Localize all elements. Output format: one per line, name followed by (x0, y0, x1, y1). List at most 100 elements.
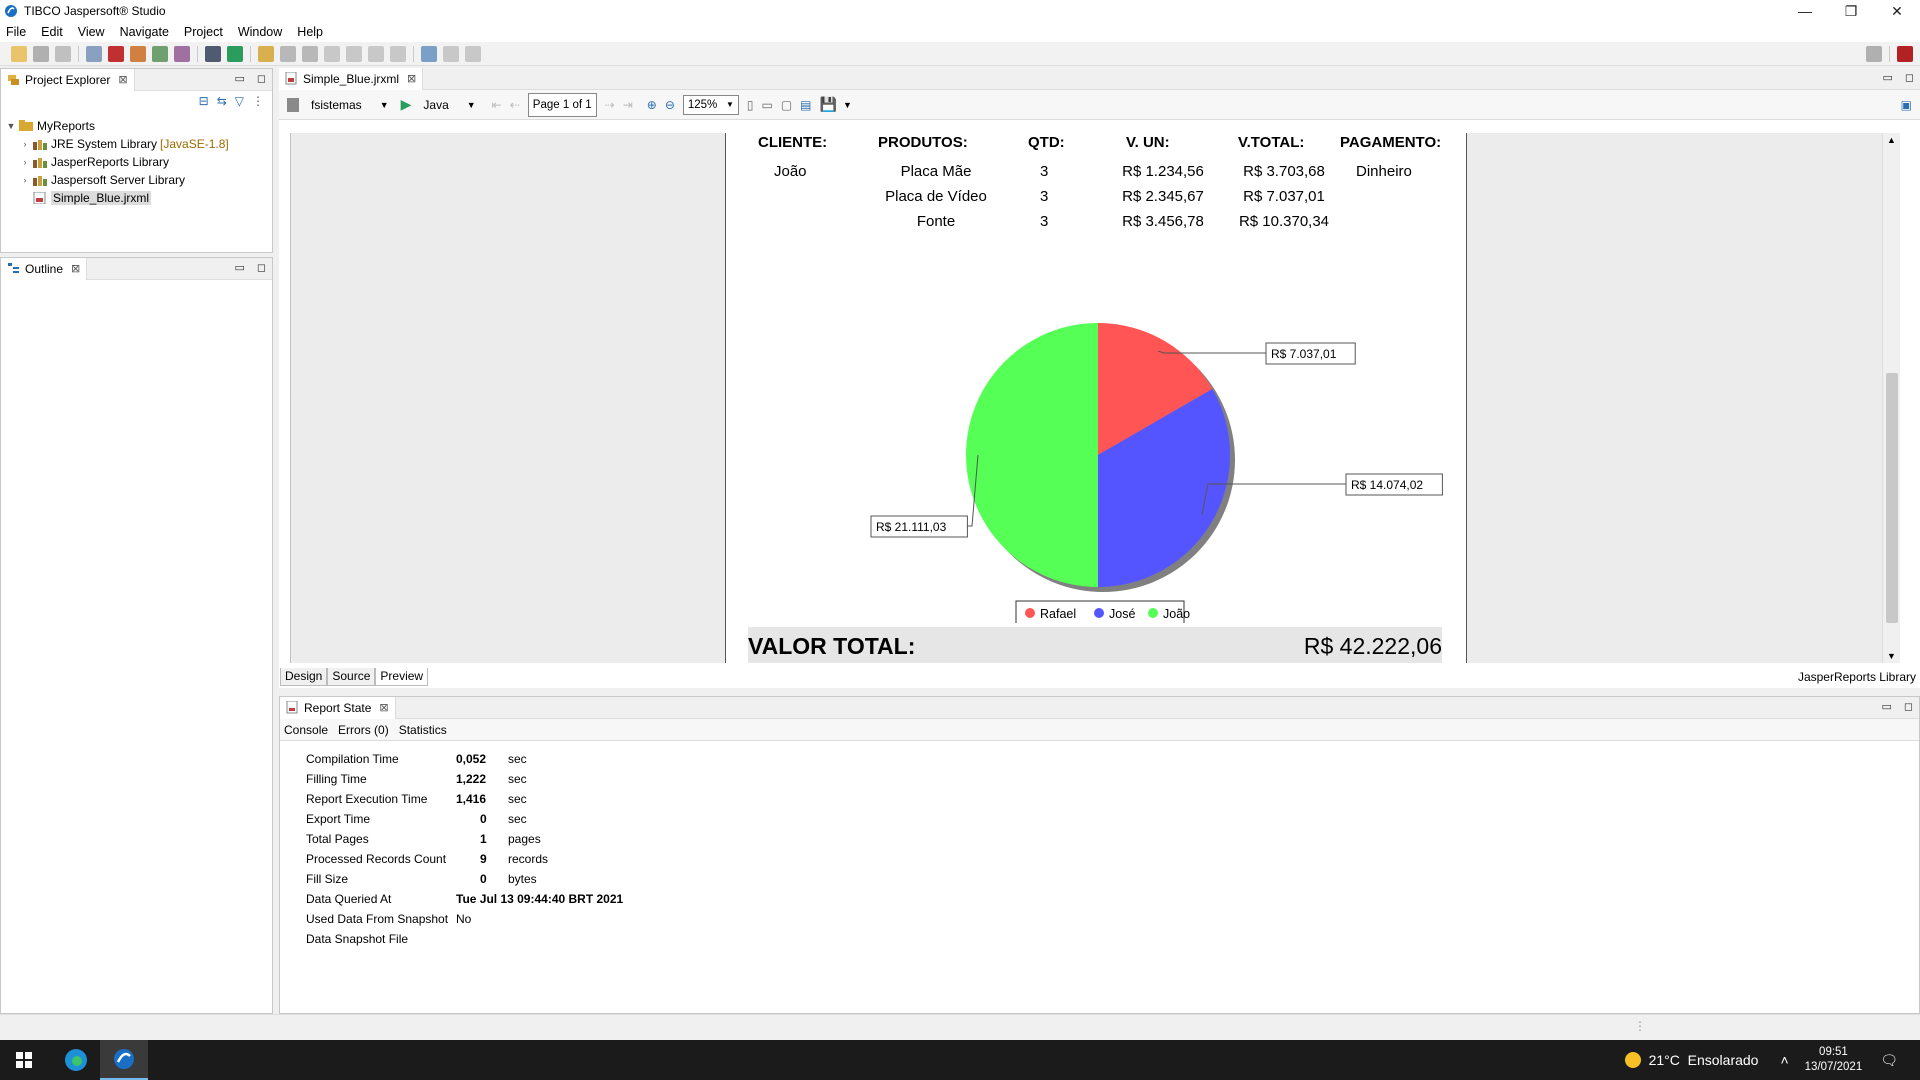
notifications-icon[interactable]: 🗨 (1880, 1052, 1898, 1069)
subtab-errors[interactable]: Errors (0) (338, 723, 389, 737)
weather-text[interactable]: 21°C Ensolarado (1649, 1052, 1759, 1068)
next-page-icon[interactable]: ⇢ (605, 98, 615, 112)
view-menu-icon[interactable]: ⋮ (252, 94, 264, 108)
jasperreports-library-label[interactable]: JasperReports Library (1798, 670, 1916, 684)
report-state-tab[interactable]: Report State ⊠ (280, 696, 396, 719)
menu-edit[interactable]: Edit (41, 25, 63, 39)
previous-page-icon[interactable]: ⇠ (510, 98, 520, 112)
minimize-icon[interactable]: ▭ (1881, 700, 1891, 713)
minimize-button[interactable]: — (1782, 0, 1828, 22)
debug-icon[interactable] (108, 45, 124, 62)
close-tab-icon[interactable]: ⊠ (71, 262, 80, 275)
minimize-icon[interactable]: ▭ (234, 72, 244, 85)
taskbar-edge[interactable] (52, 1040, 100, 1080)
tree-item-jasperreports-library[interactable]: › JasperReports Library (5, 153, 268, 171)
scroll-down-icon[interactable]: ▼ (1887, 651, 1896, 661)
data-adapter-select[interactable]: fsistemas (311, 98, 362, 112)
wizard-icon[interactable] (174, 45, 190, 62)
run-icon[interactable] (227, 45, 243, 62)
close-button[interactable]: ✕ (1874, 0, 1920, 22)
perspectives-icon[interactable] (1866, 45, 1882, 62)
tree-item-jaspersoft-server-library[interactable]: › Jaspersoft Server Library (5, 171, 268, 189)
save-icon[interactable] (33, 45, 49, 62)
undo-icon[interactable] (443, 45, 459, 62)
clock[interactable]: 09:51 13/07/2021 (1805, 1045, 1863, 1075)
redo-icon[interactable] (465, 45, 481, 62)
fit-width-icon[interactable]: ▭ (761, 98, 772, 112)
expand-side-icon[interactable]: ▶ (291, 388, 292, 397)
menu-help[interactable]: Help (297, 25, 323, 39)
subtab-statistics[interactable]: Statistics (399, 723, 447, 737)
link-editor-icon[interactable]: ⇆ (217, 94, 227, 108)
taskbar-jaspersoft[interactable] (100, 1040, 148, 1080)
tree-item-myreports[interactable]: ▼ MyReports (5, 117, 268, 135)
report-view-icon[interactable]: ▤ (800, 98, 811, 112)
start-button[interactable] (0, 1040, 48, 1080)
menu-window[interactable]: Window (238, 25, 282, 39)
maximize-icon[interactable]: ◻ (1905, 71, 1914, 84)
chevron-up-icon[interactable]: ˄ (1780, 1052, 1788, 1068)
maximize-icon[interactable]: ◻ (257, 261, 266, 274)
maximize-icon[interactable]: ◻ (257, 72, 266, 85)
zoom-out-icon[interactable]: ⊖ (665, 98, 675, 112)
tab-source[interactable]: Source (327, 668, 376, 686)
subtab-console[interactable]: Console (284, 723, 328, 737)
actual-size-icon[interactable]: ▢ (781, 98, 792, 112)
export-icon[interactable] (152, 45, 168, 62)
toggle-panel-icon[interactable]: ▣ (1901, 98, 1912, 112)
scrollbar-thumb[interactable] (1886, 373, 1898, 623)
scroll-up-icon[interactable]: ▲ (1887, 135, 1896, 145)
export-save-icon[interactable]: 💾 (820, 96, 837, 113)
new-icon[interactable] (11, 45, 27, 62)
back-icon[interactable] (324, 45, 340, 62)
outline-tab[interactable]: Outline ⊠ (1, 257, 88, 280)
server-icon[interactable] (205, 45, 221, 62)
filter-icon[interactable]: ▽ (235, 94, 244, 108)
chevron-down-icon[interactable]: ▼ (5, 121, 17, 131)
menu-project[interactable]: Project (184, 25, 223, 39)
nav-back-icon[interactable] (368, 45, 384, 62)
tree-item-jre[interactable]: › JRE System Library [JavaSE-1.8] (5, 135, 268, 153)
open-perspective-icon[interactable] (421, 45, 437, 62)
save-all-icon[interactable] (55, 45, 71, 62)
menu-view[interactable]: View (78, 25, 105, 39)
tab-preview[interactable]: Preview (375, 668, 429, 686)
collapse-all-icon[interactable]: ⊟ (199, 94, 209, 108)
publish-icon[interactable] (130, 45, 146, 62)
chevron-down-icon[interactable]: ▼ (380, 100, 389, 110)
restore-button[interactable]: ❐ (1828, 0, 1874, 22)
menu-navigate[interactable]: Navigate (120, 25, 169, 39)
close-tab-icon[interactable]: ⊠ (407, 72, 416, 85)
language-select[interactable]: Java (423, 98, 448, 112)
zoom-in-icon[interactable]: ⊕ (647, 98, 657, 112)
next-annotation-icon[interactable] (280, 45, 296, 62)
zoom-select[interactable]: 125% ▼ (682, 94, 739, 115)
minimize-icon[interactable]: ▭ (1882, 71, 1892, 84)
close-tab-icon[interactable]: ⊠ (118, 73, 127, 86)
run-report-icon[interactable]: ▶ (401, 96, 412, 113)
tools-icon[interactable] (258, 45, 274, 62)
chevron-right-icon[interactable]: › (19, 157, 31, 167)
first-page-icon[interactable]: ⇤ (492, 98, 502, 112)
chevron-down-icon[interactable]: ▼ (467, 100, 476, 110)
close-tab-icon[interactable]: ⊠ (379, 701, 388, 714)
vertical-scrollbar[interactable]: ▲ ▼ (1882, 133, 1900, 663)
chevron-right-icon[interactable]: › (19, 175, 31, 185)
last-page-icon[interactable]: ⇥ (623, 98, 633, 112)
prev-annotation-icon[interactable] (302, 45, 318, 62)
tab-design[interactable]: Design (280, 668, 328, 686)
minimize-icon[interactable]: ▭ (234, 261, 244, 274)
forward-icon[interactable] (346, 45, 362, 62)
nav-forward-icon[interactable] (390, 45, 406, 62)
outline-icon (8, 263, 19, 273)
report-design-perspective-icon[interactable] (1897, 45, 1913, 62)
menu-file[interactable]: File (6, 25, 26, 39)
tree-item-simple-blue[interactable]: Simple_Blue.jrxml (5, 189, 268, 207)
project-explorer-tab[interactable]: Project Explorer ⊠ (1, 68, 135, 91)
maximize-icon[interactable]: ◻ (1904, 700, 1913, 713)
editor-tab-simple-blue[interactable]: Simple_Blue.jrxml ⊠ (279, 67, 424, 90)
chevron-down-icon[interactable]: ▼ (843, 100, 852, 110)
compile-icon[interactable] (86, 45, 102, 62)
fit-page-icon[interactable]: ▯ (747, 98, 754, 112)
chevron-right-icon[interactable]: › (19, 139, 31, 149)
